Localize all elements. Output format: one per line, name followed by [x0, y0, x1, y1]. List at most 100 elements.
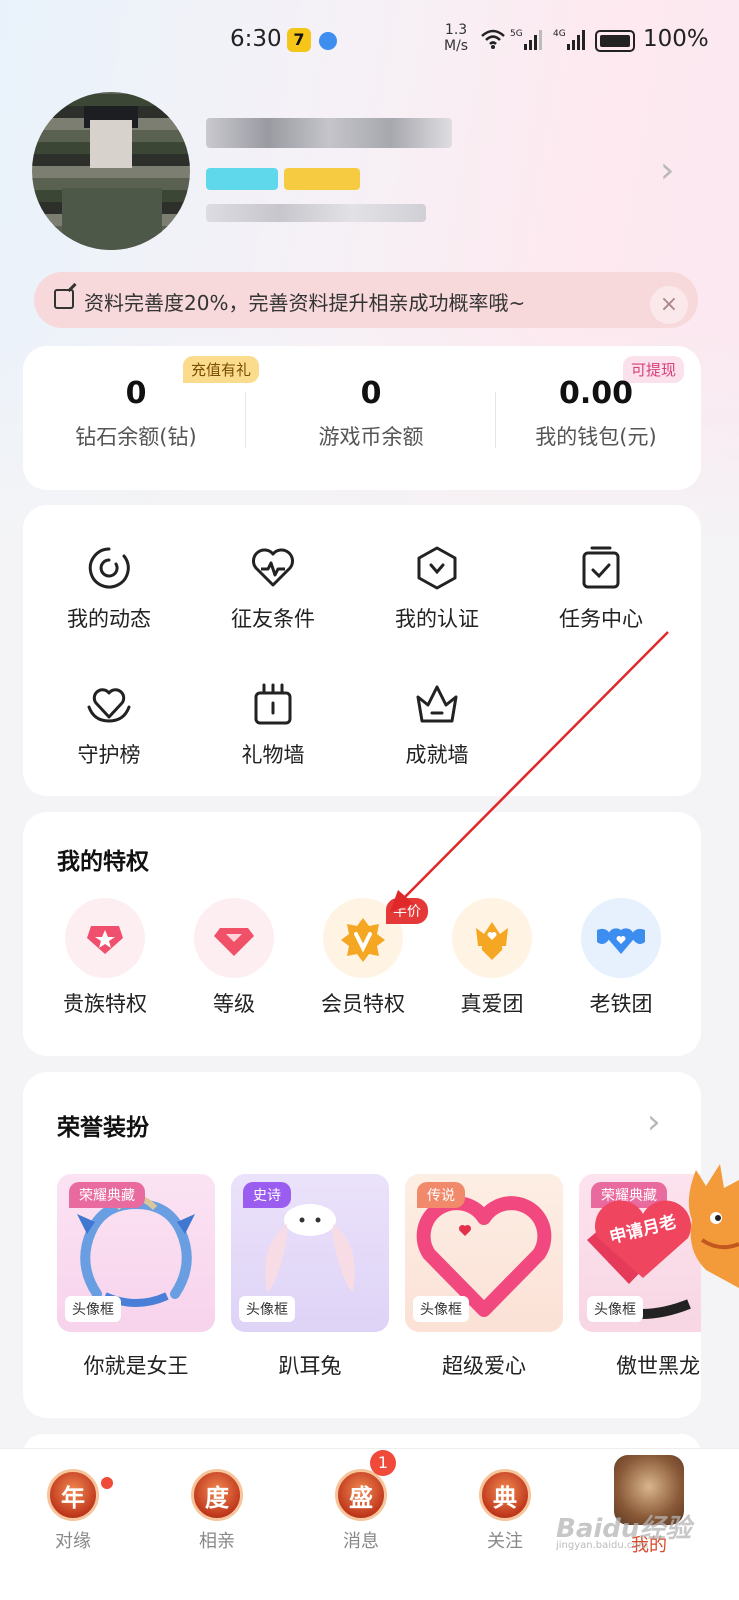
- menu-item-my-verification[interactable]: 我的认证: [357, 545, 517, 633]
- honor-title: 荣誉装扮: [57, 1115, 149, 1141]
- honor-tag: 荣耀典藏: [69, 1182, 145, 1208]
- nav-label: 关注: [487, 1531, 523, 1552]
- honor-item-queen[interactable]: 荣耀典藏 头像框 你就是女王: [57, 1174, 215, 1380]
- diamond-icon: [214, 928, 254, 956]
- wifi-icon: [481, 29, 505, 49]
- crown-icon: [416, 685, 458, 723]
- nav-messages-icon: 盛: [335, 1469, 387, 1521]
- game-coin-value: 0: [360, 376, 382, 411]
- privilege-level[interactable]: 等级: [172, 898, 296, 1018]
- heart-wings-icon: [597, 928, 645, 954]
- noble-star-icon: [87, 926, 123, 954]
- close-icon[interactable]: ×: [650, 286, 688, 324]
- honor-tag: 传说: [417, 1182, 465, 1208]
- divider: [245, 392, 246, 448]
- half-price-badge: 半价: [386, 898, 428, 924]
- signal-4g-label: 4G: [553, 29, 566, 39]
- app-notification-icon: 7: [287, 28, 311, 52]
- user-avatar[interactable]: [32, 92, 190, 250]
- menu-item-guardian-rank[interactable]: 守护榜: [29, 681, 189, 769]
- privilege-noble[interactable]: 贵族特权: [43, 898, 167, 1018]
- shield-check-icon: [417, 546, 457, 590]
- privilege-label: 老铁团: [589, 992, 653, 1016]
- wallet-card: 充值有礼 可提现 0 钻石余额(钻) 0 游戏币余额 0.00 我的钱包(元): [23, 346, 701, 490]
- nav-label: 对缘: [55, 1531, 91, 1552]
- privilege-label: 会员特权: [321, 992, 405, 1016]
- unread-dot: [101, 1477, 113, 1489]
- wallet-value: 0.00: [558, 376, 634, 411]
- heart-crown-icon: [476, 922, 508, 960]
- signal-5g-label: 5G: [510, 29, 523, 39]
- signal-4g-icon: 4G: [553, 29, 585, 50]
- privilege-label: 真爱团: [460, 992, 524, 1016]
- honor-type: 头像框: [239, 1296, 295, 1322]
- wallet-label: 我的钱包(元): [535, 425, 657, 449]
- privilege-label: 等级: [213, 992, 255, 1016]
- nav-label: 消息: [343, 1531, 379, 1552]
- nav-blind-date-icon: 度: [191, 1469, 243, 1521]
- nav-follow-icon: 典: [479, 1469, 531, 1521]
- status-bar: 6:30 7 1.3 M/s 5G 4G 100%: [0, 0, 739, 84]
- menu-label: 成就墙: [405, 743, 469, 767]
- menu-item-achievement-wall[interactable]: 成就墙: [357, 681, 517, 769]
- nav-tab-blind-date[interactable]: 度 相亲: [157, 1469, 277, 1553]
- privileges-card: 我的特权 贵族特权 等级 会员特权 真爱团 老铁团: [23, 812, 701, 1056]
- honor-item-super-love[interactable]: 传说 头像框 超级爱心: [405, 1174, 563, 1380]
- honor-type: 头像框: [65, 1296, 121, 1322]
- signal-5g-icon: 5G: [510, 29, 542, 50]
- network-speed: 1.3 M/s: [444, 22, 469, 54]
- user-badge-yellow: [284, 168, 360, 190]
- game-coin-balance[interactable]: 0 游戏币余额: [258, 376, 484, 451]
- username-blurred[interactable]: [206, 118, 452, 148]
- status-time: 6:30: [230, 26, 282, 52]
- menu-item-friend-criteria[interactable]: 征友条件: [193, 545, 353, 633]
- my-wallet[interactable]: 0.00 我的钱包(元): [483, 376, 709, 451]
- menu-label: 任务中心: [559, 607, 643, 631]
- menu-label: 我的认证: [395, 607, 479, 631]
- user-badge-blue: [206, 168, 278, 190]
- menu-label: 礼物墙: [241, 743, 305, 767]
- gift-box-icon: [254, 683, 292, 725]
- honor-name: 趴耳兔: [278, 1354, 342, 1378]
- honor-item-lop-rabbit[interactable]: 史诗 头像框 趴耳兔: [231, 1174, 389, 1380]
- menu-label: 征友条件: [231, 607, 315, 631]
- nav-label: 相亲: [199, 1531, 235, 1552]
- nav-match-icon: 年: [47, 1469, 99, 1521]
- message-count-badge: 1: [370, 1450, 396, 1476]
- refresh-circle-icon: [88, 547, 130, 589]
- nav-tab-messages[interactable]: 盛 消息: [301, 1469, 421, 1553]
- privilege-label: 贵族特权: [63, 992, 147, 1016]
- battery-percent: 100%: [643, 26, 709, 52]
- profile-completion-banner[interactable]: 资料完善度20%，完善资料提升相亲成功概率哦~: [34, 272, 698, 328]
- notification-dot-icon: [319, 32, 337, 50]
- honor-name: 傲世黑龙: [616, 1354, 700, 1378]
- honor-chevron-right-icon[interactable]: ›: [647, 1102, 661, 1142]
- game-coin-label: 游戏币余额: [318, 425, 424, 449]
- heart-hands-icon: [87, 688, 131, 723]
- menu-grid-card: 我的动态 征友条件 我的认证 任务中心 守护榜 礼物墙 成就墙: [23, 505, 701, 796]
- honor-type: 头像框: [587, 1296, 643, 1322]
- menu-label: 我的动态: [67, 607, 151, 631]
- menu-item-task-center[interactable]: 任务中心: [521, 545, 681, 633]
- honor-name: 你就是女王: [83, 1354, 189, 1378]
- honor-tag: 史诗: [243, 1182, 291, 1208]
- honor-type: 头像框: [413, 1296, 469, 1322]
- privilege-true-love-group[interactable]: 真爱团: [430, 898, 554, 1018]
- banner-text: 资料完善度20%，完善资料提升相亲成功概率哦~: [84, 291, 526, 315]
- edit-icon: [54, 289, 74, 309]
- clipboard-check-icon: [582, 546, 620, 589]
- dragon-mascot-icon[interactable]: [676, 1160, 739, 1288]
- diamond-balance-value: 0: [125, 376, 147, 411]
- nav-tab-follow[interactable]: 典 关注: [445, 1469, 565, 1553]
- profile-chevron-right-icon[interactable]: ›: [660, 150, 674, 191]
- heart-pulse-icon: [252, 548, 294, 587]
- privilege-old-iron-group[interactable]: 老铁团: [559, 898, 683, 1018]
- menu-label: 守护榜: [77, 743, 141, 767]
- menu-item-my-moments[interactable]: 我的动态: [29, 545, 189, 633]
- battery-icon: [595, 30, 635, 52]
- menu-item-gift-wall[interactable]: 礼物墙: [193, 681, 353, 769]
- diamond-balance[interactable]: 0 钻石余额(钻): [23, 376, 249, 451]
- honor-name: 超级爱心: [442, 1354, 526, 1378]
- user-info-blurred: [206, 204, 426, 222]
- nav-tab-match[interactable]: 年 对缘: [13, 1469, 133, 1553]
